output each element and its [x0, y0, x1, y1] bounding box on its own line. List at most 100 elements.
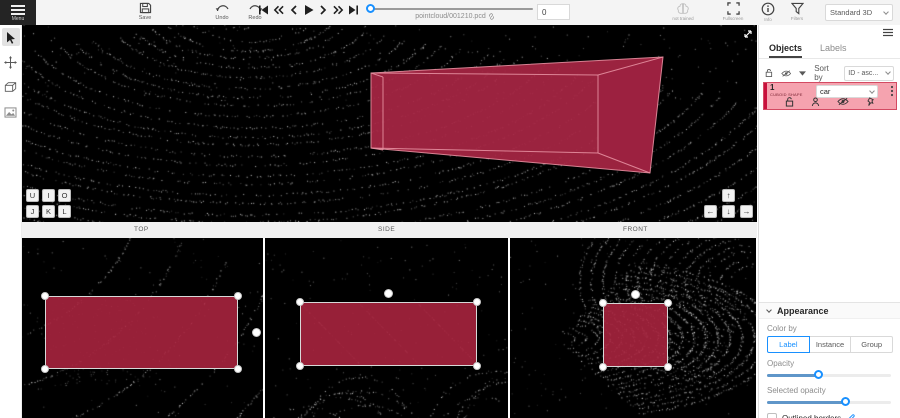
- backward-button[interactable]: [273, 3, 284, 16]
- key-arrow-right[interactable]: →: [740, 205, 753, 218]
- workspace-select-value: Standard 3D: [830, 8, 872, 17]
- menu-button[interactable]: Menu: [0, 0, 36, 25]
- filename-text: pointcloud/001210.pcd: [415, 13, 485, 20]
- key-j[interactable]: J: [26, 205, 39, 218]
- fullscreen-button[interactable]: Fullscreen: [713, 2, 753, 21]
- object-hidden-button[interactable]: [837, 97, 849, 107]
- edit-color-icon[interactable]: [846, 414, 855, 418]
- color-by-option-label[interactable]: Label: [767, 336, 810, 353]
- lock-all-icon[interactable]: [765, 68, 773, 78]
- play-button[interactable]: [303, 3, 314, 16]
- tool-move[interactable]: [2, 53, 20, 71]
- lock-icon: [785, 97, 794, 107]
- object-occluded-button[interactable]: [811, 97, 820, 107]
- opacity-slider-handle[interactable]: [814, 370, 823, 379]
- forward-button[interactable]: [333, 3, 344, 16]
- link-icon[interactable]: [488, 13, 495, 20]
- filename: pointcloud/001210.pcd: [380, 13, 530, 20]
- sort-select[interactable]: ID - asc...: [844, 66, 894, 81]
- frame-slider-handle[interactable]: [366, 4, 375, 13]
- bbox-handle[interactable]: [473, 298, 481, 306]
- bbox-handle[interactable]: [296, 362, 304, 370]
- selected-opacity-slider[interactable]: [767, 398, 891, 407]
- color-by-option-group[interactable]: Group: [851, 336, 893, 353]
- key-u[interactable]: U: [26, 189, 39, 202]
- workspace-select[interactable]: Standard 3D: [825, 4, 893, 21]
- frame-number-input[interactable]: [537, 4, 570, 20]
- undo-button[interactable]: Undo: [207, 2, 237, 21]
- next-frame-button[interactable]: [318, 3, 329, 16]
- bbox-handle[interactable]: [41, 365, 49, 373]
- side-view[interactable]: [265, 238, 508, 418]
- key-arrow-up[interactable]: ↑: [722, 189, 735, 202]
- sidebar-tabs: Objects Labels: [759, 37, 900, 59]
- bbox-handle[interactable]: [41, 292, 49, 300]
- tab-objects[interactable]: Objects: [769, 37, 802, 58]
- opacity-slider[interactable]: [767, 371, 891, 380]
- tool-draw-cuboid[interactable]: [2, 78, 20, 96]
- bbox-rotate-handle[interactable]: [631, 290, 640, 299]
- collapse-sidebar-icon[interactable]: [882, 28, 894, 37]
- previous-frame-button[interactable]: [288, 3, 299, 16]
- bbox-handle[interactable]: [296, 298, 304, 306]
- key-l[interactable]: L: [58, 205, 71, 218]
- key-arrow-down[interactable]: ↓: [722, 205, 735, 218]
- bbox-handle[interactable]: [473, 362, 481, 370]
- top-view-bbox[interactable]: [45, 296, 238, 369]
- key-o[interactable]: O: [58, 189, 71, 202]
- forward-icon: [333, 4, 344, 16]
- bbox-rotate-handle[interactable]: [384, 289, 393, 298]
- outlined-borders-label: Outlined borders: [782, 414, 841, 418]
- color-by-option-instance[interactable]: Instance: [810, 336, 852, 353]
- slider-track: [767, 401, 846, 404]
- object-item[interactable]: 1 CUBOID SHAPE car: [763, 82, 897, 110]
- appearance-header[interactable]: Appearance: [759, 302, 900, 319]
- slider-track: [767, 374, 819, 377]
- hide-all-icon[interactable]: [781, 69, 791, 78]
- key-k[interactable]: K: [42, 205, 55, 218]
- top-view-label: TOP: [134, 226, 149, 233]
- object-actions: [764, 97, 896, 107]
- bbox-handle[interactable]: [234, 292, 242, 300]
- view-labels-strip: TOP SIDE FRONT: [22, 222, 757, 238]
- front-view[interactable]: [510, 238, 756, 418]
- object-menu-icon[interactable]: [890, 85, 894, 97]
- bbox-handle[interactable]: [599, 299, 607, 307]
- bbox-rotate-handle[interactable]: [252, 328, 261, 337]
- tool-photo-context[interactable]: [2, 103, 20, 121]
- appearance-title: Appearance: [777, 306, 829, 316]
- info-icon: [761, 2, 775, 16]
- move-icon: [4, 56, 17, 69]
- next-frame-icon: [319, 4, 328, 16]
- bbox-handle[interactable]: [664, 363, 672, 371]
- info-label: Info: [764, 17, 772, 22]
- hamburger-icon: [11, 5, 25, 15]
- top-view[interactable]: [22, 238, 263, 418]
- outlined-borders-checkbox[interactable]: [767, 413, 777, 418]
- save-button[interactable]: Save: [130, 2, 160, 21]
- first-frame-button[interactable]: [258, 3, 269, 16]
- last-frame-button[interactable]: [348, 3, 359, 16]
- ai-tools-button[interactable]: not trained: [663, 2, 703, 21]
- bbox-handle[interactable]: [599, 363, 607, 371]
- key-i[interactable]: I: [42, 189, 55, 202]
- side-view-bbox[interactable]: [300, 302, 477, 366]
- selected-opacity-slider-handle[interactable]: [841, 397, 850, 406]
- key-arrow-left[interactable]: ←: [704, 205, 717, 218]
- expand-all-icon[interactable]: [799, 71, 806, 76]
- pointcloud-canvas[interactable]: [22, 25, 757, 222]
- side-view-label: SIDE: [378, 226, 395, 233]
- bbox-handle[interactable]: [664, 299, 672, 307]
- bbox-handle[interactable]: [234, 365, 242, 373]
- tab-labels[interactable]: Labels: [820, 37, 847, 58]
- front-view-bbox[interactable]: [603, 303, 668, 367]
- tool-cursor[interactable]: [2, 28, 20, 46]
- object-lock-button[interactable]: [785, 97, 794, 107]
- object-pin-button[interactable]: [866, 97, 875, 107]
- object-id: 1: [770, 84, 774, 92]
- fullscreen-icon: [727, 2, 740, 15]
- resize-view-icon[interactable]: [743, 29, 753, 39]
- perspective-view[interactable]: U I O J K L ↑ ← ↓ →: [22, 25, 757, 222]
- filters-button[interactable]: Filters: [777, 2, 817, 21]
- frame-slider[interactable]: [370, 8, 533, 10]
